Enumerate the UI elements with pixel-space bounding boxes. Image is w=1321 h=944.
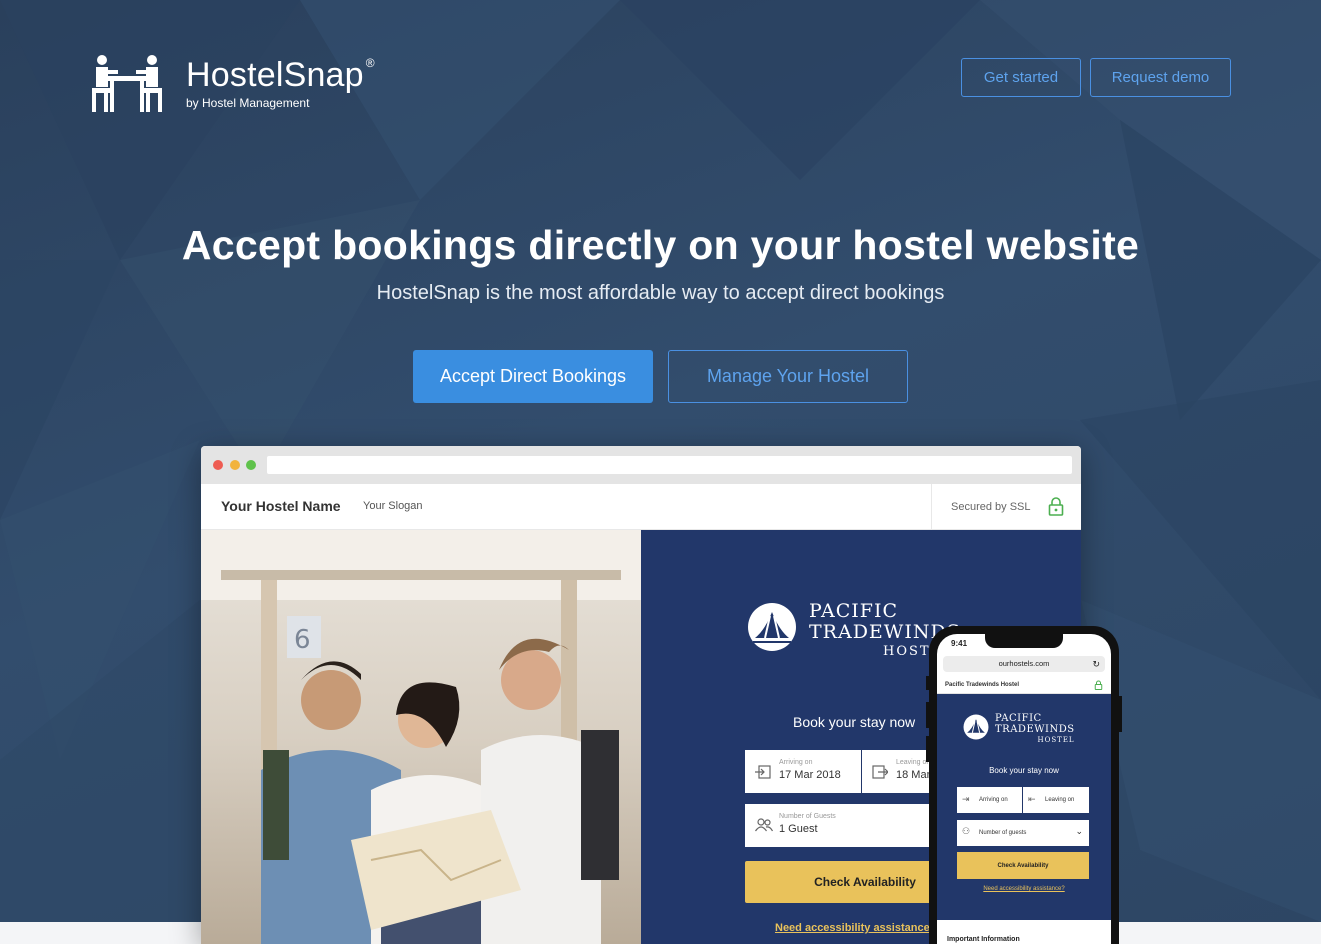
phone-brand-line2: TRADEWINDS: [995, 724, 1075, 735]
phone-accessibility-link[interactable]: Need accessibility assistance?: [937, 886, 1111, 892]
phone-mockup: 9:41 ourhostels.com ↻ Pacific Tradewinds…: [926, 626, 1122, 944]
close-dot-icon: [213, 460, 223, 470]
arriving-value: 17 Mar 2018: [779, 769, 841, 781]
phone-booking-panel: PACIFIC TRADEWINDS HOSTEL Book your stay…: [937, 694, 1111, 920]
site-slogan: Your Slogan: [363, 500, 423, 512]
brand-logo[interactable]: HostelSnap ® by Hostel Management: [90, 52, 375, 114]
browser-url-bar: [267, 456, 1072, 474]
phone-leaving-label: Leaving on: [1045, 797, 1075, 803]
brand-subtitle: by Hostel Management: [186, 96, 310, 110]
phone-arriving-label: Arriving on: [979, 797, 1008, 803]
phone-notch: [985, 634, 1063, 648]
arriving-label: Arriving on: [779, 759, 813, 766]
guests-label: Number of Guests: [779, 813, 836, 820]
chevron-down-icon: ⌄: [1075, 826, 1083, 836]
reload-icon[interactable]: ↻: [1092, 656, 1100, 672]
phone-mute-button: [926, 676, 929, 690]
brand-name-text: HostelSnap: [186, 56, 364, 94]
phone-check-out-icon: ⇤: [1028, 794, 1036, 804]
phone-arriving-field[interactable]: ⇥ Arriving on: [957, 787, 1022, 813]
phone-volume-down-button: [926, 736, 929, 762]
accessibility-link[interactable]: Need accessibility assistance?: [775, 922, 936, 934]
phone-url-text: ourhostels.com: [998, 659, 1050, 668]
hotel-brand-line1: PACIFIC: [809, 600, 899, 622]
arriving-date-field[interactable]: Arriving on 17 Mar 2018: [745, 750, 861, 793]
phone-leaving-field[interactable]: ⇤ Leaving on: [1023, 787, 1089, 813]
phone-guests-select[interactable]: ⚇ Number of guests ⌄: [957, 820, 1089, 846]
guests-value: 1 Guest: [779, 823, 818, 835]
phone-site-name: Pacific Tradewinds Hostel: [945, 682, 1020, 688]
site-header: Your Hostel Name Your Slogan Secured by …: [201, 484, 1081, 530]
phone-url-bar[interactable]: ourhostels.com ↻: [943, 656, 1105, 672]
ssl-text: Secured by SSL: [951, 501, 1031, 513]
hostel-people-icon: [92, 55, 162, 112]
check-out-icon: [872, 765, 888, 779]
travelers-photo: 6: [201, 530, 641, 944]
bridge-logo-icon: [748, 603, 796, 651]
svg-text:6: 6: [294, 625, 311, 655]
phone-time: 9:41: [951, 639, 968, 648]
phone-brand-line3: HOSTEL: [1037, 736, 1075, 744]
phone-important-info: Important Information: [947, 936, 1020, 943]
get-started-button[interactable]: Get started: [961, 58, 1081, 97]
hero-subtitle: HostelSnap is the most affordable way to…: [376, 282, 945, 304]
guests-icon: [755, 818, 773, 832]
hero-title: Accept bookings directly on your hostel …: [181, 222, 1140, 268]
phone-guests-icon: ⚇: [962, 826, 971, 836]
check-in-icon: [755, 765, 771, 779]
accept-direct-bookings-button[interactable]: Accept Direct Bookings: [413, 350, 653, 403]
phone-check-in-icon: ⇥: [962, 794, 970, 804]
manage-your-hostel-button[interactable]: Manage Your Hostel: [668, 350, 908, 403]
site-name: Your Hostel Name: [221, 498, 341, 514]
browser-toolbar: [201, 446, 1081, 484]
phone-power-button: [1119, 696, 1122, 732]
registered-mark: ®: [365, 56, 375, 70]
phone-bridge-logo-icon: [963, 714, 989, 740]
request-demo-button[interactable]: Request demo: [1090, 58, 1231, 97]
phone-guests-label: Number of guests: [979, 830, 1027, 836]
phone-site-header: Pacific Tradewinds Hostel: [937, 676, 1111, 694]
book-stay-title: Book your stay now: [793, 714, 916, 730]
ssl-badge: Secured by SSL: [931, 484, 1081, 530]
phone-book-title: Book your stay now: [989, 766, 1059, 775]
phone-hotel-brand: PACIFIC TRADEWINDS HOSTEL: [963, 714, 1075, 744]
phone-brand-line1: PACIFIC: [995, 713, 1042, 724]
maximize-dot-icon: [246, 460, 256, 470]
phone-check-availability-button[interactable]: Check Availability: [957, 852, 1089, 879]
brand-name: HostelSnap ®: [186, 56, 375, 95]
phone-screen: 9:41 ourhostels.com ↻ Pacific Tradewinds…: [937, 634, 1111, 944]
phone-volume-up-button: [926, 702, 929, 728]
minimize-dot-icon: [230, 460, 240, 470]
phone-lock-icon: [1094, 680, 1103, 690]
lock-icon: [1048, 497, 1064, 516]
